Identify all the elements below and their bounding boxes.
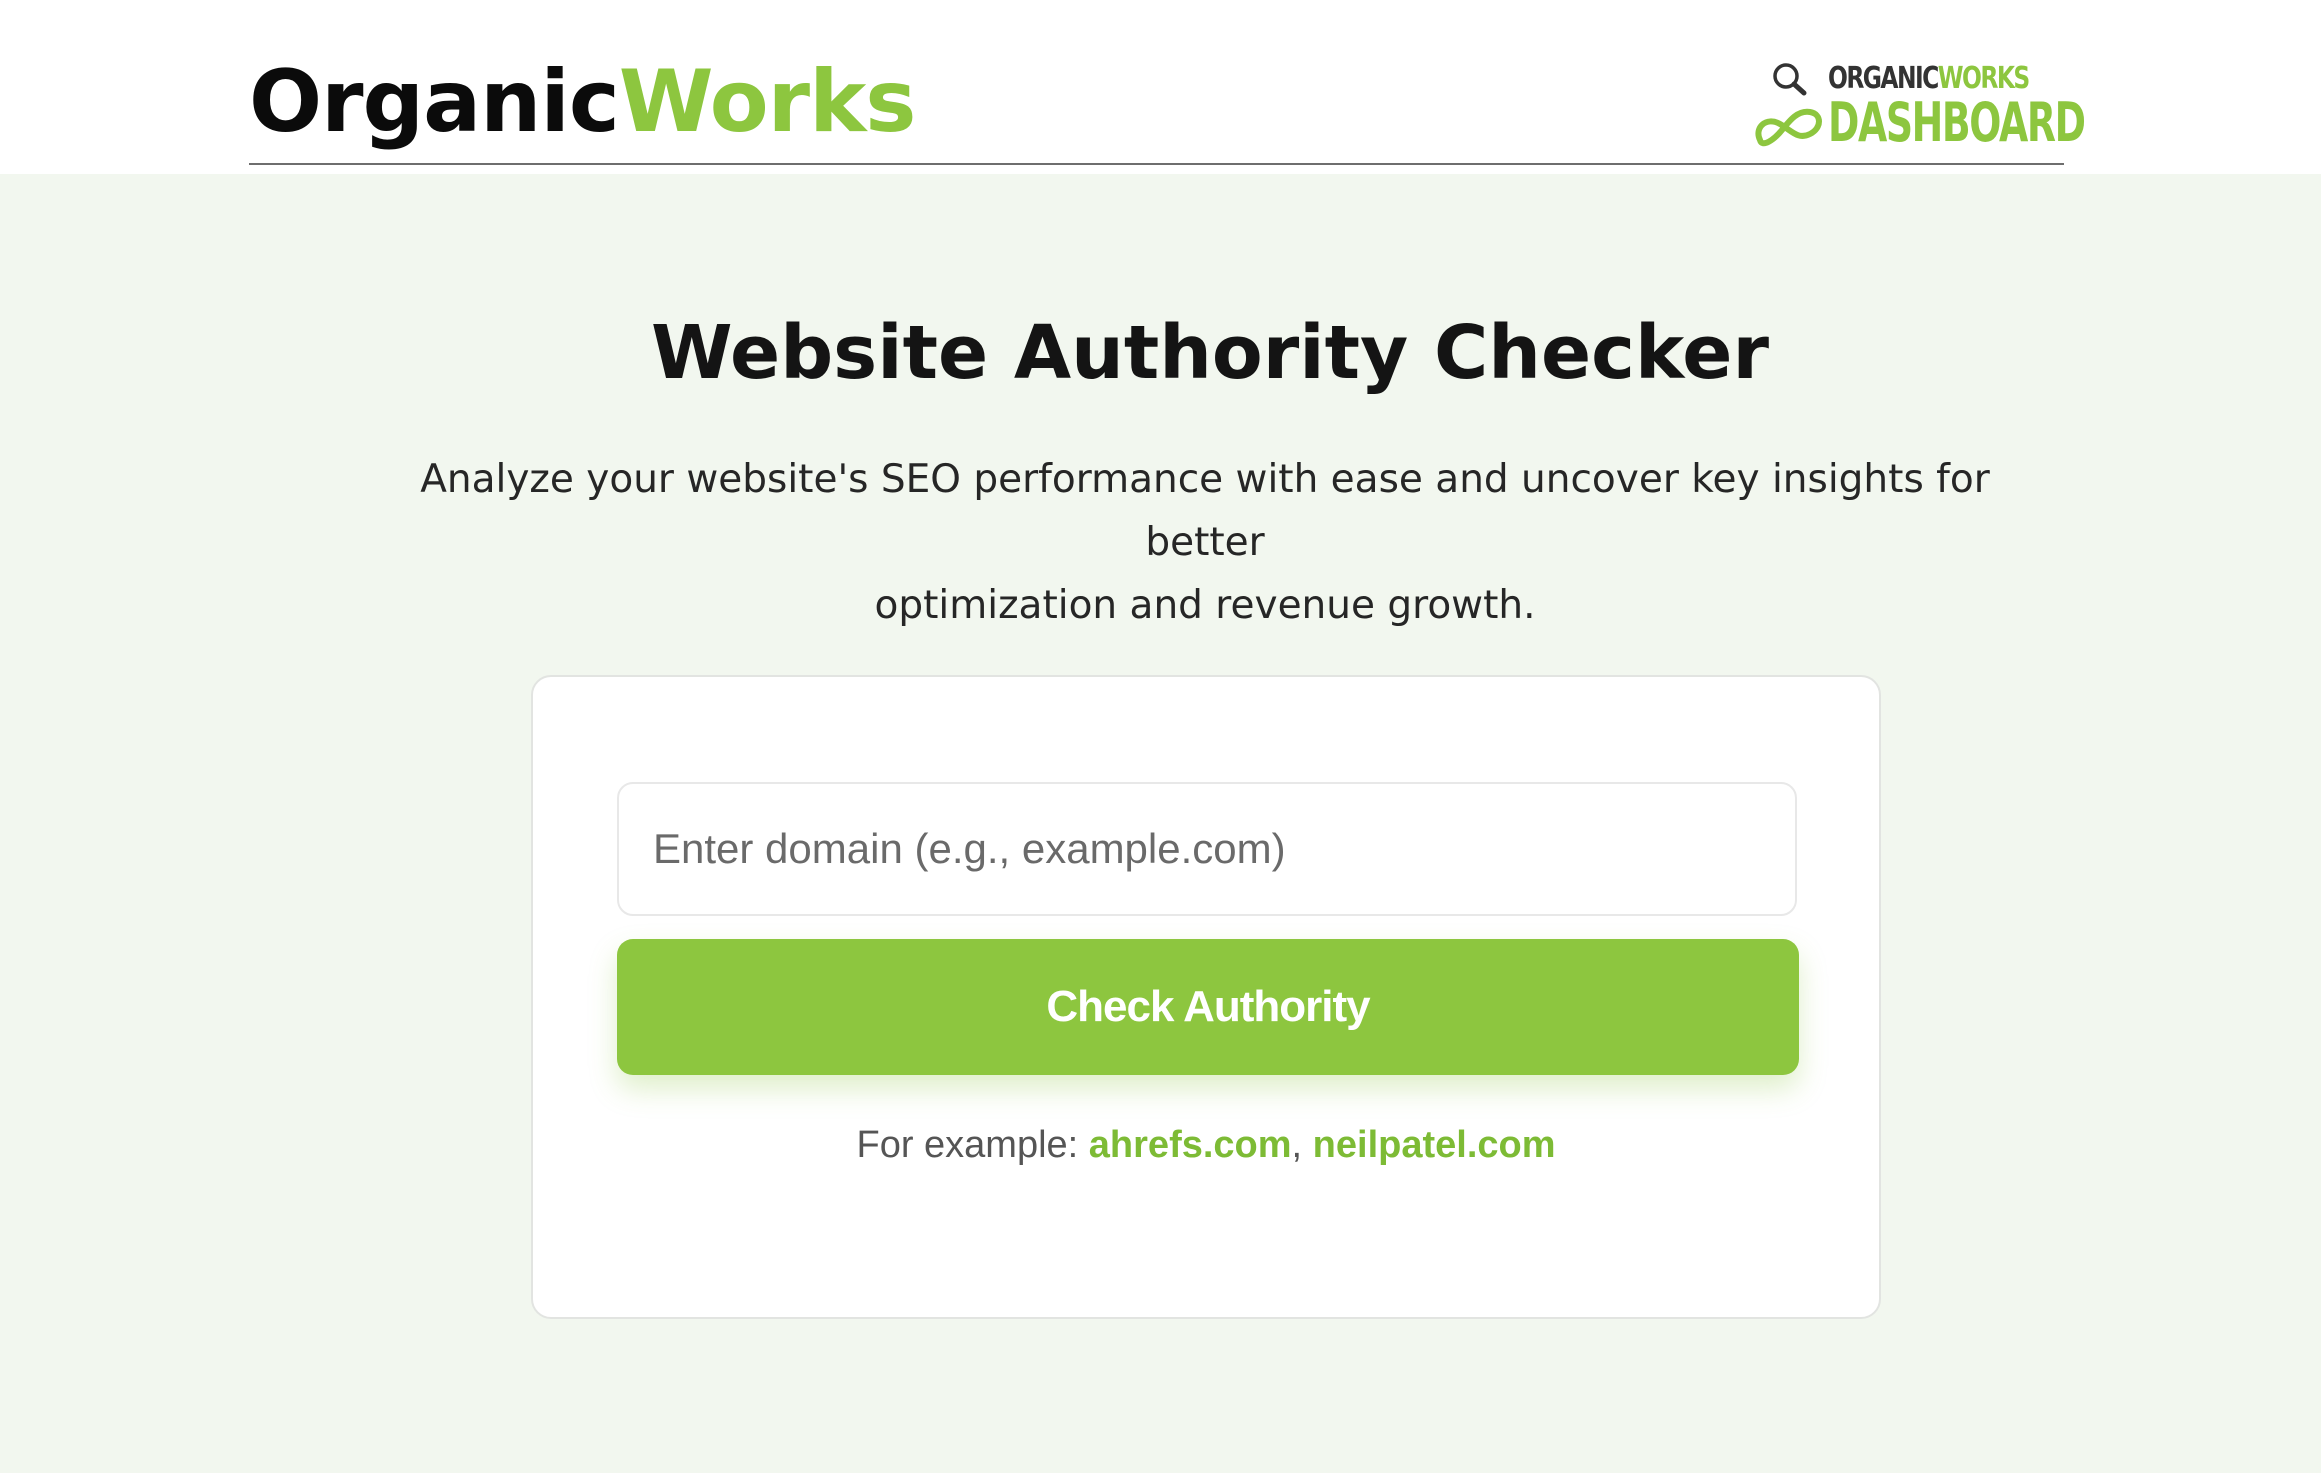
page-subtitle: Analyze your website's SEO performance w… xyxy=(380,448,2030,637)
dashboard-logo-graphic xyxy=(1755,63,1822,147)
header-divider xyxy=(249,163,2064,165)
magnifier-icon xyxy=(1773,63,1807,96)
page-title: Website Authority Checker xyxy=(651,310,1769,396)
brand-name-part1: Organic xyxy=(249,52,620,152)
check-authority-button[interactable]: Check Authority xyxy=(617,939,1799,1075)
brand-logo[interactable]: OrganicWorks xyxy=(249,52,917,152)
dashboard-logo-line2: DASHBOARD xyxy=(1828,91,2086,154)
examples-prefix: For example: xyxy=(856,1124,1089,1166)
brand-name-part2: Works xyxy=(618,52,917,152)
domain-input[interactable] xyxy=(617,782,1797,916)
examples-hint: For example: ahrefs.com, neilpatel.com xyxy=(531,1120,1881,1170)
subtitle-line1: Analyze your website's SEO performance w… xyxy=(420,457,1990,565)
dashboard-logo[interactable]: ORGANICWORKS DASHBOARD xyxy=(1752,58,2086,154)
example-link-ahrefs[interactable]: ahrefs.com xyxy=(1089,1124,1292,1166)
examples-separator: , xyxy=(1291,1124,1313,1166)
example-link-neilpatel[interactable]: neilpatel.com xyxy=(1313,1124,1556,1166)
infinity-loop-icon xyxy=(1755,108,1822,147)
subtitle-line2: optimization and revenue growth. xyxy=(874,583,1536,628)
